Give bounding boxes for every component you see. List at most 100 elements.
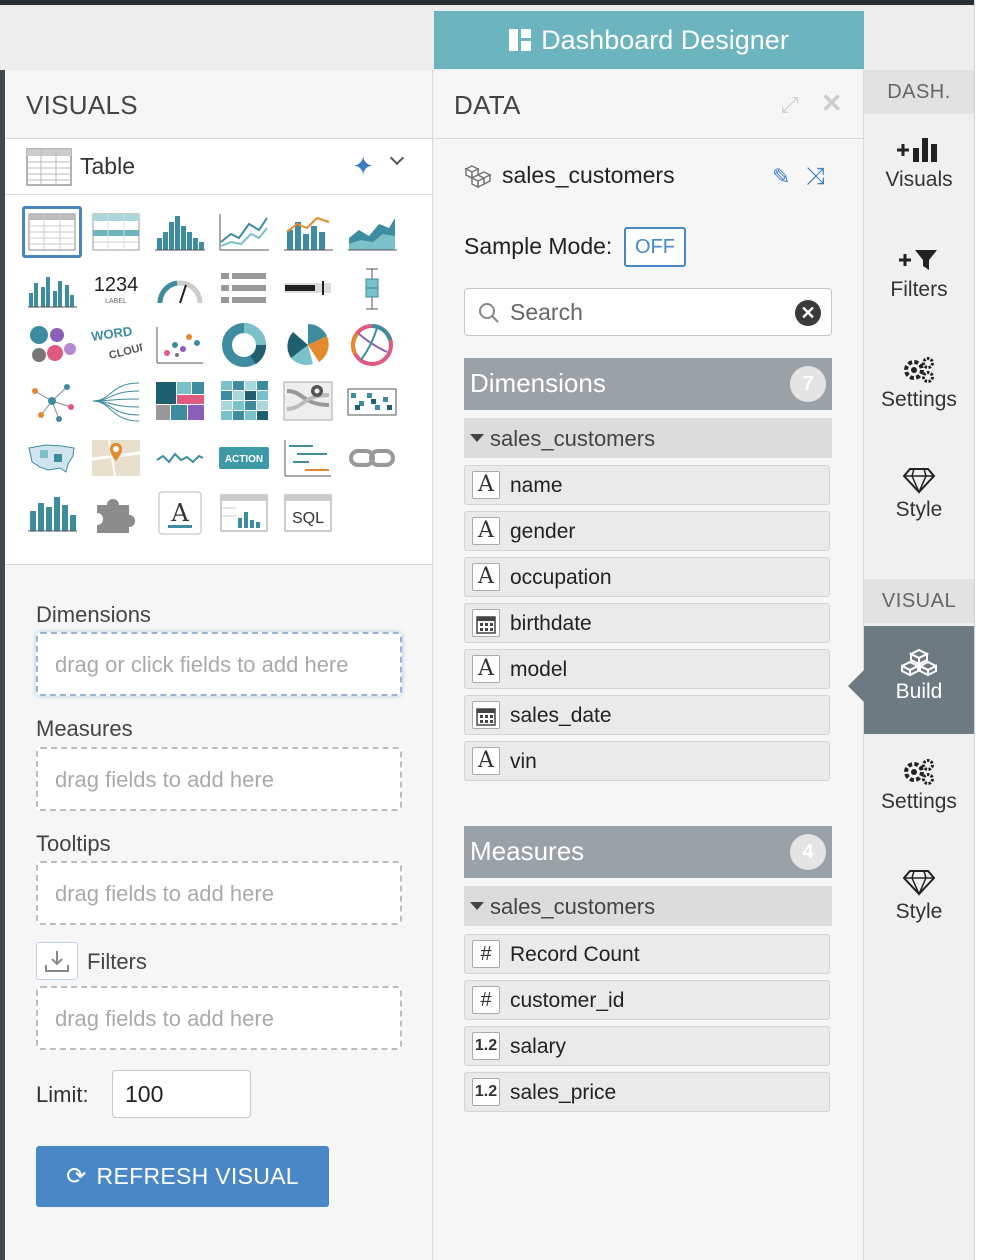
lines-icon[interactable] <box>214 206 274 258</box>
visuals-panel-title: VISUALS <box>5 70 432 139</box>
sparkline-icon[interactable] <box>150 432 210 484</box>
limit-input[interactable]: 100 <box>112 1070 251 1118</box>
visual-settings-nav[interactable]: Settings <box>864 736 974 844</box>
bullet-list-icon[interactable] <box>214 263 274 315</box>
dash-visuals-label: Visuals <box>885 168 953 191</box>
dash-settings-label: Settings <box>881 388 957 411</box>
dash-filters-nav[interactable]: Filters <box>864 224 974 332</box>
area-icon[interactable] <box>342 206 402 258</box>
diamond-icon <box>864 444 974 494</box>
sample-mode-toggle[interactable]: OFF <box>624 227 686 267</box>
dimensions-shelf[interactable]: drag or click fields to add here <box>36 632 402 696</box>
visual-style-nav[interactable]: Style <box>864 846 974 954</box>
visual-type-grid: 1234 LABEL WORD CLOUD ACTION A SQL <box>5 195 432 565</box>
refresh-visual-button[interactable]: ⟳ REFRESH VISUAL <box>36 1146 329 1207</box>
calendar-heatmap-icon[interactable] <box>342 375 402 427</box>
field-item[interactable]: 1.2 sales_price <box>464 1072 830 1112</box>
caret-down-icon <box>470 902 484 911</box>
cloud-text: CLOUD <box>108 341 142 362</box>
action-button-icon[interactable]: ACTION <box>214 432 274 484</box>
queried-table-icon[interactable] <box>214 487 274 539</box>
sparkle-icon[interactable]: ✦ <box>352 151 374 182</box>
link-icon[interactable] <box>342 432 402 484</box>
field-item[interactable]: Aname <box>464 465 830 505</box>
dashboard-designer-tab[interactable]: Dashboard Designer <box>434 11 864 69</box>
field-item[interactable]: # customer_id <box>464 980 830 1020</box>
visual-build-nav[interactable]: Build <box>848 626 974 734</box>
tooltips-shelf[interactable]: drag fields to add here <box>36 861 402 925</box>
table-visual-icon[interactable] <box>22 206 82 258</box>
field-item[interactable]: birthdate <box>464 603 830 643</box>
field-name: vin <box>510 750 537 773</box>
visual-type-selector[interactable]: Table ✦ <box>5 139 432 195</box>
field-item[interactable]: # Record Count <box>464 934 830 974</box>
field-item[interactable]: sales_date <box>464 695 830 735</box>
field-item[interactable]: Agender <box>464 511 830 551</box>
field-search-input[interactable]: Search ✕ <box>464 288 832 336</box>
donut-icon[interactable] <box>214 319 274 371</box>
histogram-icon[interactable] <box>150 206 210 258</box>
integer-type-icon: # <box>472 986 500 1014</box>
chord-icon[interactable] <box>342 319 402 371</box>
dimensions-group-header[interactable]: sales_customers <box>464 418 832 458</box>
field-name: Record Count <box>510 943 640 966</box>
treemap-icon[interactable] <box>150 375 210 427</box>
field-item[interactable]: Amodel <box>464 649 830 689</box>
dendrogram-icon[interactable] <box>86 375 146 427</box>
filter-download-icon[interactable] <box>36 942 78 980</box>
field-item[interactable]: 1.2 salary <box>464 1026 830 1066</box>
rich-text-icon[interactable]: A <box>150 487 210 539</box>
measures-count-badge: 4 <box>790 834 826 870</box>
heatmap-icon[interactable] <box>214 375 274 427</box>
field-item[interactable]: Avin <box>464 741 830 781</box>
timeline-icon[interactable] <box>278 432 338 484</box>
field-name: sales_date <box>510 704 612 727</box>
dimensions-section-header[interactable]: Dimensions 7 <box>464 358 832 410</box>
flow-settings-icon[interactable] <box>278 375 338 427</box>
bars-icon[interactable] <box>22 487 82 539</box>
field-name: customer_id <box>510 989 625 1012</box>
measures-shelf[interactable]: drag fields to add here <box>36 747 402 811</box>
measures-section-header[interactable]: Measures 4 <box>464 826 832 878</box>
network-icon[interactable] <box>22 375 82 427</box>
text-type-icon: A <box>472 471 500 499</box>
filters-shelf[interactable]: drag fields to add here <box>36 986 402 1050</box>
word-cloud-icon[interactable]: WORD CLOUD <box>86 319 146 371</box>
gauge-icon[interactable] <box>150 263 210 315</box>
pencil-icon[interactable]: ✎ <box>772 164 790 190</box>
close-icon[interactable]: ✕ <box>821 88 843 119</box>
radial-icon[interactable] <box>278 319 338 371</box>
expand-icon[interactable]: ⤢ <box>781 92 807 118</box>
box-plot-icon[interactable] <box>342 263 402 315</box>
interactive-map-icon[interactable] <box>86 432 146 484</box>
chevron-down-icon[interactable] <box>389 150 405 166</box>
dash-settings-nav[interactable]: Settings <box>864 334 974 442</box>
decimal-type-icon: 1.2 <box>472 1078 500 1106</box>
kpi-icon[interactable]: 1234 LABEL <box>86 263 146 315</box>
text-type-icon: A <box>472 563 500 591</box>
field-name: name <box>510 474 563 497</box>
word-text: WORD <box>90 323 133 344</box>
combo-bar-line-icon[interactable] <box>278 206 338 258</box>
bullet-bar-icon[interactable] <box>278 263 338 315</box>
decimal-type-icon: 1.2 <box>472 1032 500 1060</box>
dash-style-nav[interactable]: Style <box>864 444 974 552</box>
visual-build-label: Build <box>895 680 943 703</box>
shuffle-icon[interactable]: ⤨ <box>806 163 825 191</box>
us-map-icon[interactable] <box>22 432 82 484</box>
active-pointer <box>848 670 864 702</box>
packed-bubbles-icon[interactable] <box>22 319 82 371</box>
cross-tab-icon[interactable] <box>86 206 146 258</box>
scatter-icon[interactable] <box>150 319 210 371</box>
measures-group-header[interactable]: sales_customers <box>464 886 832 926</box>
calendar-icon <box>472 701 500 729</box>
sql-icon[interactable]: SQL <box>278 487 338 539</box>
data-panel-header: DATA ⤢ ✕ <box>434 70 863 139</box>
dash-visuals-nav[interactable]: Visuals <box>864 114 974 222</box>
extension-puzzle-icon[interactable] <box>86 487 146 539</box>
field-item[interactable]: Aoccupation <box>464 557 830 597</box>
clear-search-icon[interactable]: ✕ <box>795 300 821 326</box>
grouped-bars-icon[interactable] <box>22 263 82 315</box>
svg-text:A: A <box>170 499 189 527</box>
field-name: model <box>510 658 568 681</box>
